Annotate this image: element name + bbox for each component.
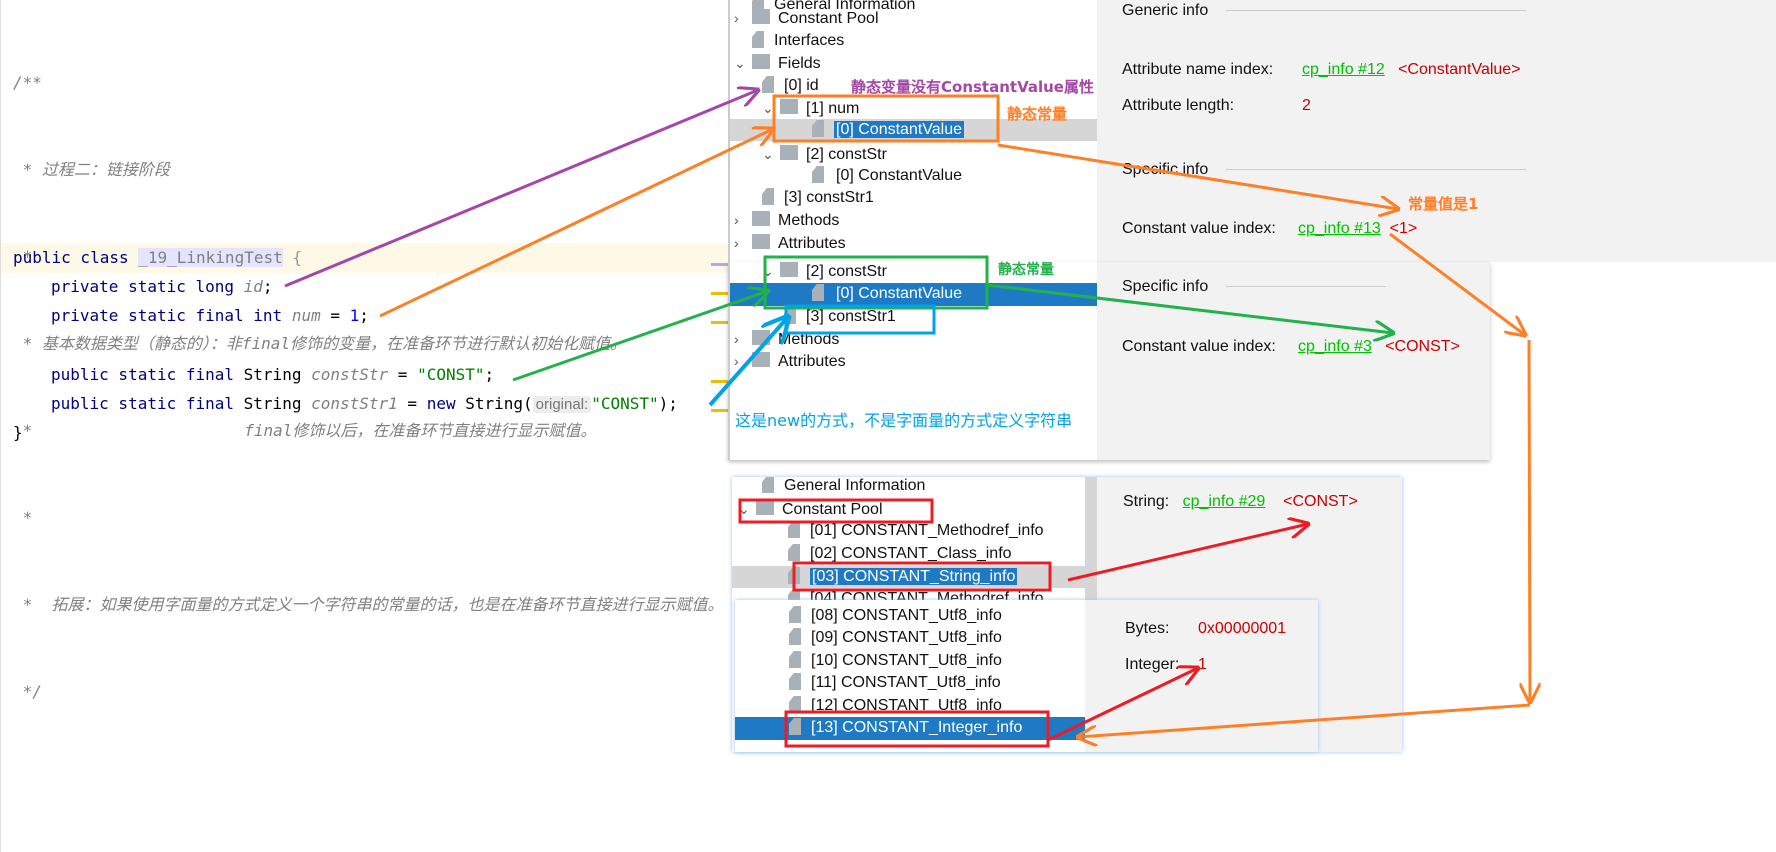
red-box-string-info [792, 561, 1052, 592]
orange-arrow-left [1078, 703, 1531, 737]
green-arrow-value [986, 283, 1393, 333]
annotation-static-const: 静态常量 [998, 262, 1054, 278]
annotation-static-var: 静态变量没有ConstantValue属性 [851, 78, 1094, 96]
annotation-const-value: 常量值是1 [1408, 195, 1479, 213]
orange-arrow-down [1529, 339, 1530, 702]
orange-arrow-value [997, 143, 1398, 209]
blue-arrow-conststr1 [708, 317, 788, 407]
green-arrow-conststr [512, 291, 768, 382]
red-box-integer-info [784, 710, 1050, 748]
annotation-static-const: 静态常量 [1007, 105, 1068, 123]
red-box-constant-pool [738, 498, 934, 524]
annotation-new-note: 这是new的方式，不是字面量的方式定义字符串 [735, 411, 1073, 430]
orange-arrow-to-integer [1389, 232, 1525, 335]
green-box-conststr [763, 255, 989, 310]
purple-arrow [284, 90, 758, 288]
orange-box-num [772, 94, 1000, 143]
red-arrow-string [1067, 524, 1308, 582]
blue-box-conststr1 [784, 304, 936, 335]
